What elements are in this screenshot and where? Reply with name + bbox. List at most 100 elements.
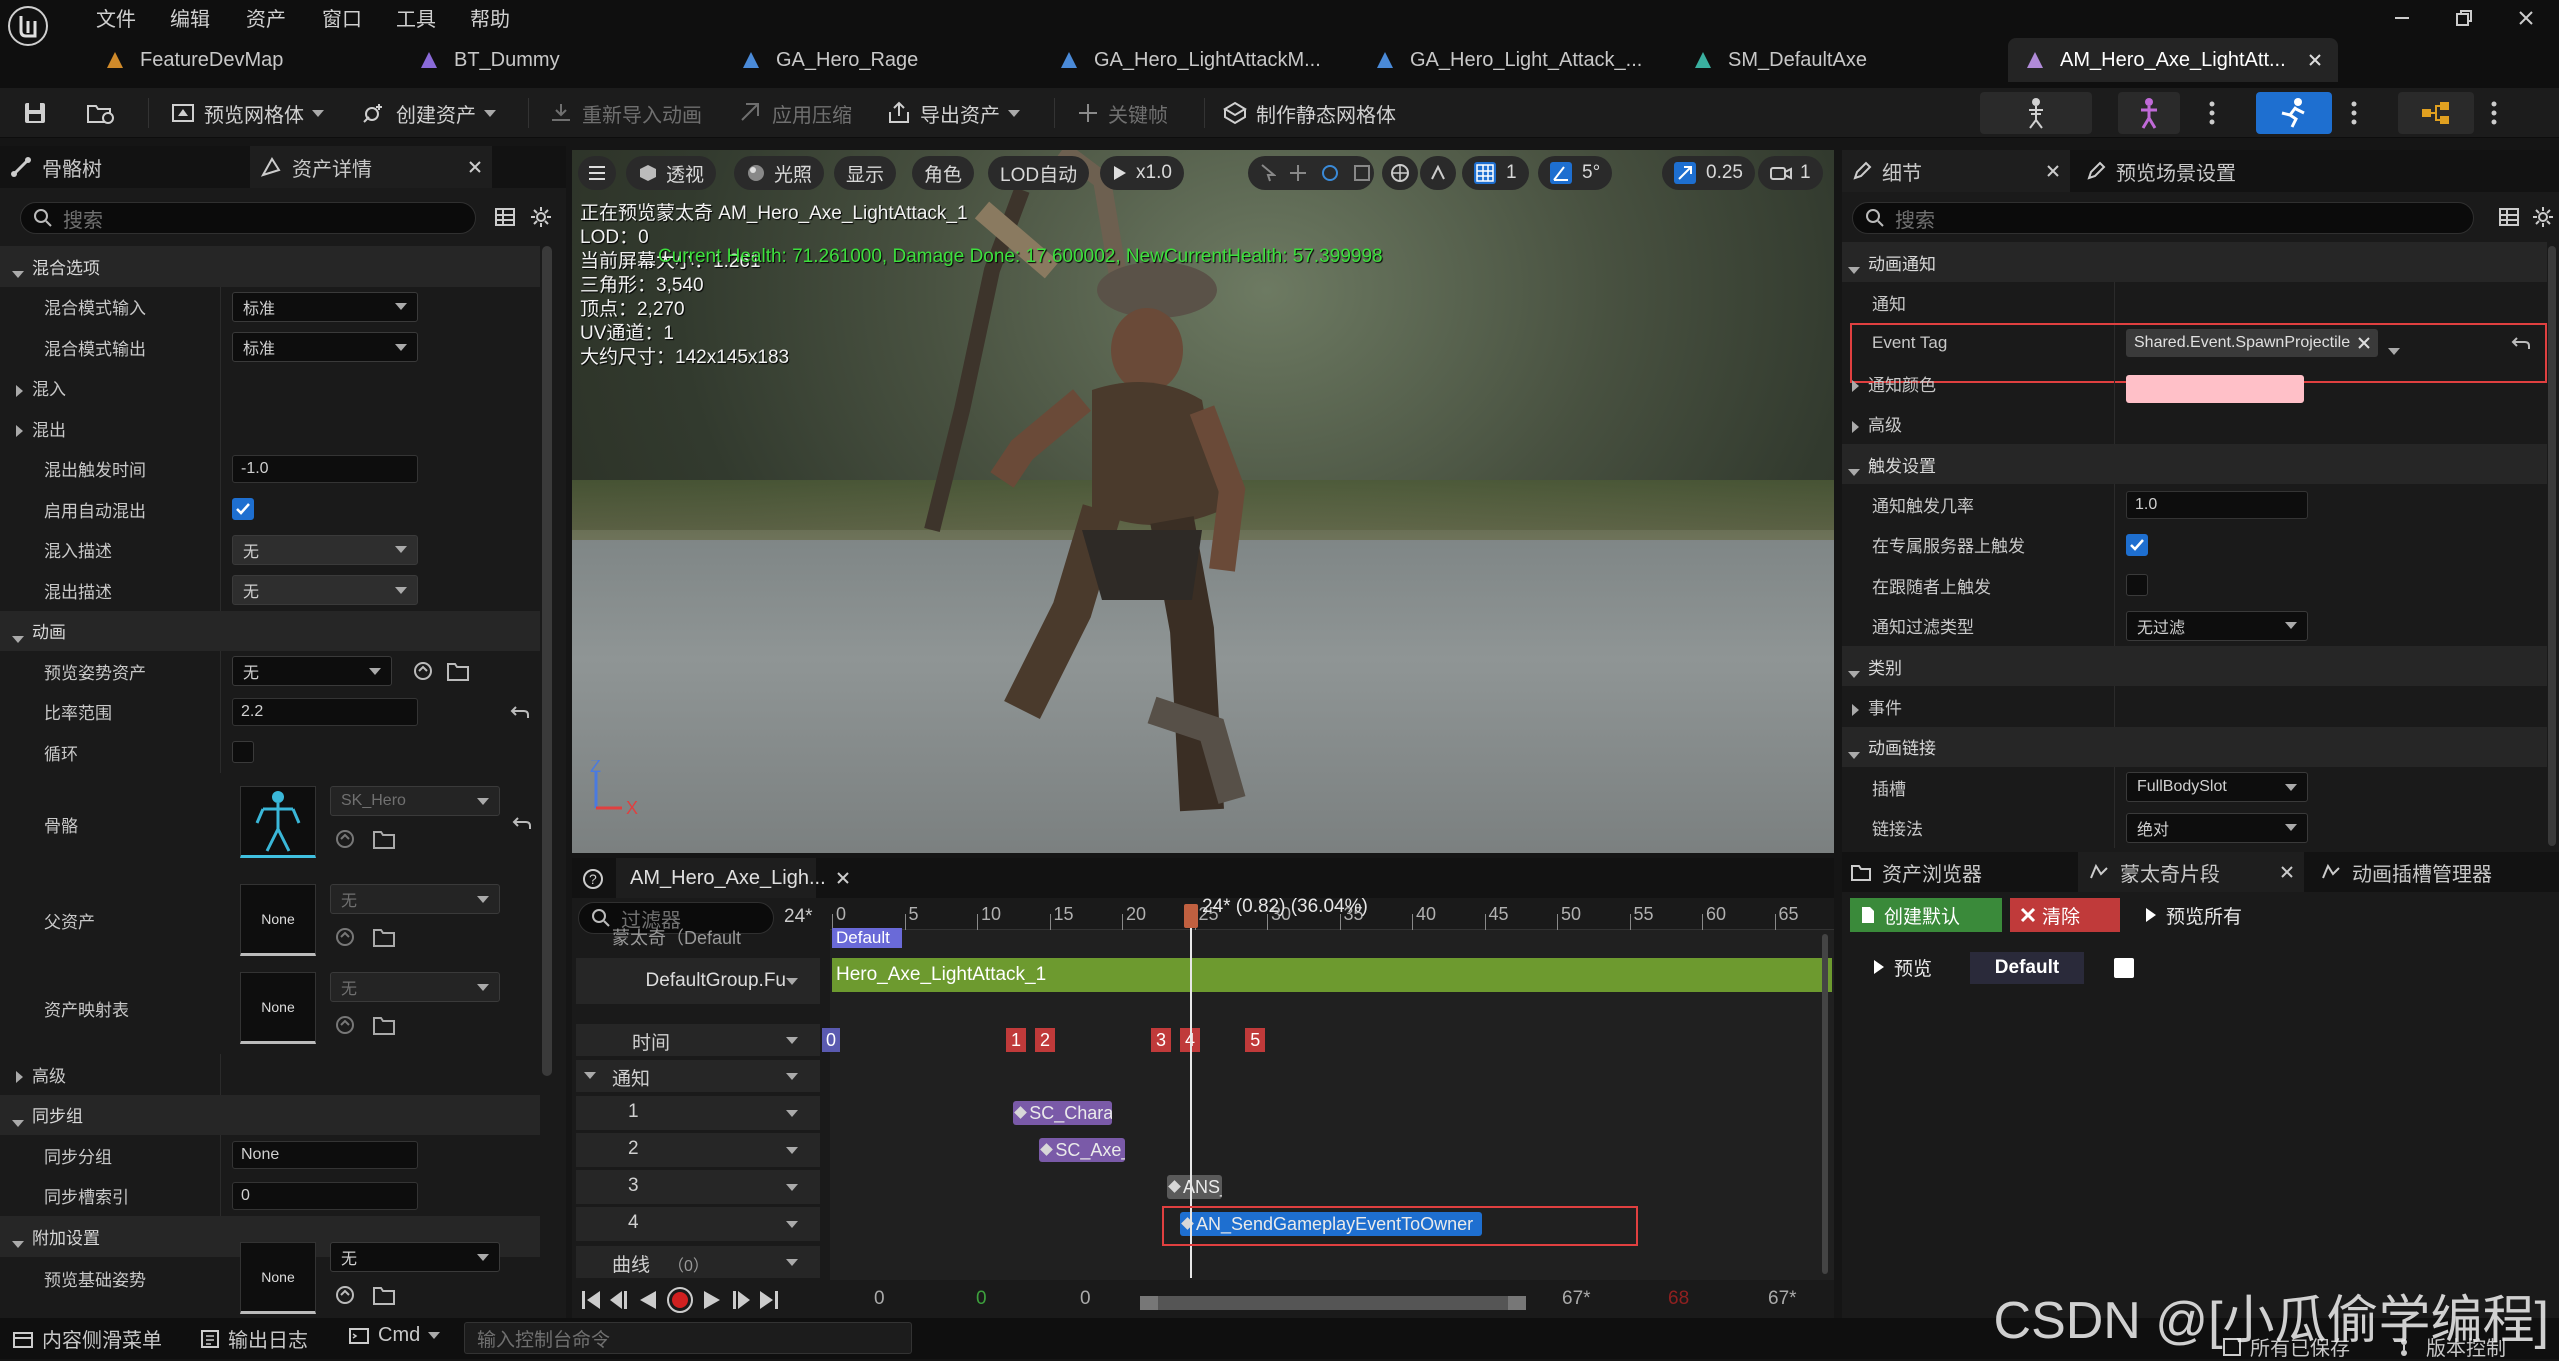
property-checkbox[interactable]: [232, 741, 254, 764]
property-value-field[interactable]: None: [232, 1141, 418, 1170]
browse-icon[interactable]: [334, 828, 356, 850]
table-view-icon[interactable]: [494, 206, 516, 228]
play-reverse-icon[interactable]: [638, 1288, 658, 1312]
chevron-down-icon[interactable]: [786, 1259, 798, 1266]
property-combo[interactable]: FullBodySlot: [2126, 772, 2308, 803]
expand-arrow-icon[interactable]: [1848, 461, 1860, 481]
notify-track-label-box[interactable]: [576, 1170, 820, 1204]
rotation-snap-button[interactable]: 5°: [1538, 156, 1613, 190]
property-checkbox[interactable]: [232, 498, 254, 521]
folder-search-icon[interactable]: [372, 1014, 396, 1036]
expand-arrow-icon[interactable]: [16, 422, 23, 442]
notify-track-label-box[interactable]: [576, 1207, 820, 1241]
preview-base-pose-thumbnail[interactable]: None: [240, 1242, 316, 1314]
folder-search-icon[interactable]: [372, 926, 396, 948]
range-slider-handle-right[interactable]: [1508, 1296, 1526, 1310]
more-options-icon[interactable]: [2208, 100, 2216, 126]
range-green[interactable]: 0: [976, 1288, 987, 1310]
tab-skeleton-tree[interactable]: 骨骼树: [10, 146, 102, 188]
close-icon[interactable]: [2280, 865, 2294, 879]
minimize-button[interactable]: [2390, 6, 2414, 30]
frame-field[interactable]: 24*: [784, 906, 813, 928]
chevron-down-icon[interactable]: [786, 1147, 798, 1154]
skeleton-mode-button[interactable]: [1980, 92, 2092, 134]
browse-icon[interactable]: [334, 1014, 356, 1036]
menu-item-2[interactable]: 资产: [246, 3, 286, 32]
scale-snap-button[interactable]: 0.25: [1662, 156, 1755, 190]
output-log-button[interactable]: 输出日志: [200, 1324, 308, 1353]
slot-animation-segment[interactable]: Hero_Axe_LightAttack_1: [832, 958, 1832, 992]
scale-icon[interactable]: [1352, 163, 1372, 183]
expand-arrow-icon[interactable]: [1852, 701, 1859, 721]
preview-section-button[interactable]: 预览: [1872, 950, 1932, 984]
show-button[interactable]: 显示: [834, 156, 897, 190]
folder-search-icon[interactable]: [372, 828, 396, 850]
timing-marker[interactable]: 1: [1006, 1028, 1026, 1052]
reset-arrow-icon[interactable]: [510, 703, 530, 721]
timing-marker[interactable]: 0: [822, 1028, 841, 1052]
range-current[interactable]: 0: [1080, 1288, 1091, 1310]
lod-button[interactable]: LOD自动: [988, 156, 1090, 190]
property-value-field[interactable]: 1.0: [2126, 490, 2308, 519]
restore-button[interactable]: [2452, 6, 2476, 30]
expand-arrow-icon[interactable]: [1848, 663, 1860, 683]
preview-all-button[interactable]: 预览所有: [2144, 898, 2242, 932]
keyframe-button[interactable]: 关键帧: [1076, 96, 1168, 130]
skeleton-combo[interactable]: SK_Hero: [330, 786, 500, 816]
preview-base-pose-combo[interactable]: 无: [330, 1242, 500, 1272]
document-tab-2[interactable]: GA_Hero_Rage: [740, 38, 918, 82]
close-window-button[interactable]: [2514, 6, 2538, 30]
close-icon[interactable]: [2046, 164, 2060, 178]
folder-search-icon[interactable]: [372, 1284, 396, 1306]
expand-arrow-icon[interactable]: [16, 382, 23, 402]
menu-item-5[interactable]: 帮助: [470, 3, 510, 32]
tab-asset-details[interactable]: 资产详情: [250, 146, 492, 188]
expand-arrow-icon[interactable]: [12, 263, 24, 283]
range-slider-handle-left[interactable]: [1140, 1296, 1158, 1310]
expand-arrow-icon[interactable]: [1852, 377, 1859, 397]
parent-asset-thumbnail[interactable]: None: [240, 884, 316, 956]
skip-start-icon[interactable]: [580, 1288, 602, 1312]
content-drawer-button[interactable]: 内容侧滑菜单: [12, 1324, 162, 1353]
timing-label-box[interactable]: [576, 1024, 820, 1056]
asset-mapping-combo[interactable]: 无: [330, 972, 500, 1002]
select-arrow-icon[interactable]: [1260, 163, 1276, 183]
perspective-button[interactable]: 透视: [626, 156, 717, 190]
section-name-box[interactable]: Default: [1970, 952, 2084, 984]
chevron-down-icon[interactable]: [786, 1184, 798, 1191]
expand-arrow-icon[interactable]: [1848, 259, 1860, 279]
playback-speed-button[interactable]: x1.0: [1100, 156, 1184, 190]
step-back-icon[interactable]: [608, 1288, 630, 1312]
browse-icon[interactable]: [334, 926, 356, 948]
tab-asset-browser[interactable]: 资产浏览器: [1850, 852, 1982, 892]
tab-details[interactable]: 细节: [1842, 150, 2070, 192]
document-tab-5[interactable]: SM_DefaultAxe: [1692, 38, 1867, 82]
camera-speed-button[interactable]: 1: [1758, 156, 1823, 190]
expand-arrow-icon[interactable]: [12, 628, 24, 648]
browse-button[interactable]: [86, 96, 116, 130]
notify-event[interactable]: SC_Character_Effor: [1013, 1101, 1112, 1125]
save-button[interactable]: [22, 96, 48, 130]
character-button[interactable]: 角色: [912, 156, 975, 190]
surface-snap-button[interactable]: [1420, 156, 1456, 190]
viewport-menu-button[interactable]: [578, 156, 616, 190]
more-options-icon[interactable]: [2490, 100, 2498, 126]
more-options-icon[interactable]: [2350, 100, 2358, 126]
property-combo[interactable]: 标准: [232, 291, 418, 322]
property-checkbox[interactable]: [2126, 533, 2148, 556]
close-icon[interactable]: [468, 160, 482, 174]
step-forward-icon[interactable]: [730, 1288, 752, 1312]
console-input[interactable]: 输入控制台命令: [464, 1322, 912, 1354]
tab-anim-slot-manager[interactable]: 动画插槽管理器: [2320, 852, 2492, 892]
document-tab-6[interactable]: AM_Hero_Axe_LightAtt...: [2008, 38, 2338, 82]
document-tab-0[interactable]: FeatureDevMap: [104, 38, 283, 82]
range-end-secondary[interactable]: 67*: [1768, 1288, 1797, 1310]
section-default-marker[interactable]: Default: [832, 928, 902, 948]
tab-montage[interactable]: AM_Hero_Axe_Ligh...: [616, 858, 849, 898]
clear-button[interactable]: 清除: [2010, 898, 2120, 932]
browse-icon[interactable]: [334, 1284, 356, 1306]
property-combo[interactable]: 无过滤: [2126, 610, 2308, 641]
cmd-selector[interactable]: Cmd: [348, 1324, 441, 1347]
range-start[interactable]: 0: [874, 1288, 885, 1310]
chevron-down-icon[interactable]: [786, 1037, 798, 1044]
